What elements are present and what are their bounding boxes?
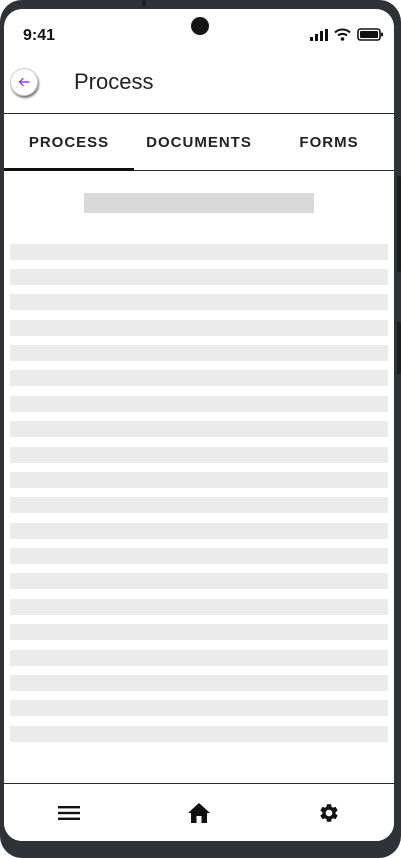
skeleton-line [10,675,388,691]
skeleton-line [10,624,388,640]
app-header: Process [4,59,394,114]
skeleton-line [10,700,388,716]
status-time: 9:41 [23,27,56,44]
device-seam [142,0,146,6]
wifi-icon [334,28,351,41]
skeleton-line [10,421,388,437]
page-title: Process [74,69,154,94]
settings-icon [320,804,338,822]
nav-menu-button[interactable] [4,784,134,841]
menu-icon [58,806,80,820]
skeleton-line [10,548,388,564]
nav-home-button[interactable] [134,784,264,841]
device-frame: 9:41 Process PROCESS DOCUMENTS FORMS [0,0,401,858]
skeleton-line [10,523,388,539]
skeleton-line [10,396,388,412]
skeleton-line [10,345,388,361]
status-bar: 9:41 [4,9,394,59]
skeleton-line [10,447,388,463]
skeleton-line [10,244,388,260]
tab-bar: PROCESS DOCUMENTS FORMS [4,114,394,171]
tab-process[interactable]: PROCESS [4,114,134,171]
tab-forms[interactable]: FORMS [264,114,394,170]
battery-icon [357,28,383,41]
tab-documents[interactable]: DOCUMENTS [134,114,264,170]
skeleton-line [10,320,388,336]
skeleton-line [10,497,388,513]
screen: 9:41 Process PROCESS DOCUMENTS FORMS [4,9,394,841]
skeleton-line [10,599,388,615]
skeleton-line [10,269,388,285]
skeleton-line [10,370,388,386]
signal-icon [310,28,328,41]
skeleton-line [10,650,388,666]
arrow-left-icon [18,77,30,87]
skeleton-line [10,472,388,488]
volume-button [397,176,401,272]
back-button[interactable] [10,68,38,96]
skeleton-line [10,294,388,310]
bottom-nav [4,783,394,841]
front-camera [191,17,209,35]
home-icon [188,803,210,823]
skeleton-title [84,193,314,213]
status-icons [310,28,384,41]
skeleton-line [10,726,388,742]
skeleton-line [10,573,388,589]
content-area [4,171,394,783]
power-button [397,322,401,374]
nav-settings-button[interactable] [264,784,394,841]
